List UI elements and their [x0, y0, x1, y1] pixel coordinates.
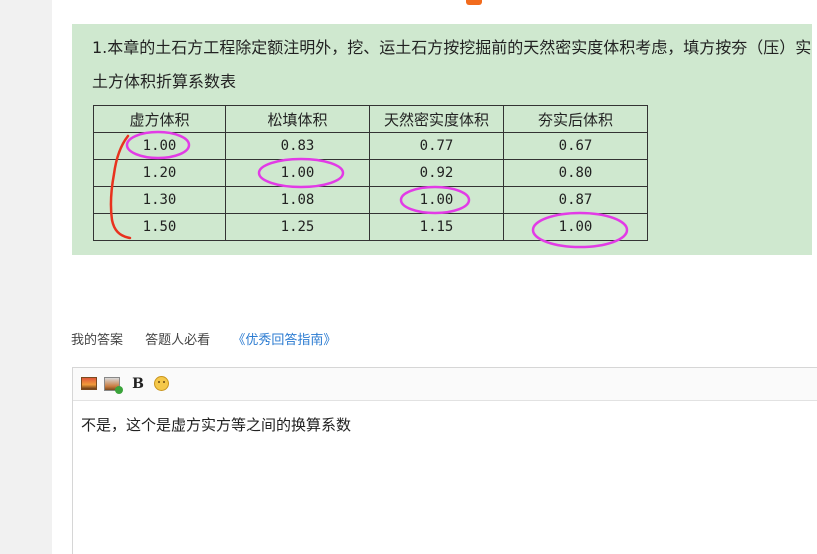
- header-natural-volume: 天然密实度体积: [369, 105, 504, 133]
- table-row: 1.30 1.08 1.00 0.87: [93, 186, 648, 214]
- question-content: 1.本章的土石方工程除定额注明外，挖、运土石方按挖掘前的天然密实度体积考虑，填方…: [72, 24, 812, 255]
- answer-text-area[interactable]: 不是，这个是虚方实方等之间的换算系数: [73, 401, 817, 448]
- insert-image-glyph: [104, 376, 123, 394]
- header-compacted-volume: 夯实后体积: [503, 105, 648, 133]
- header-loose-fill-volume: 松填体积: [225, 105, 370, 133]
- left-gutter: [0, 0, 52, 554]
- image-icon-glyph: [81, 377, 97, 390]
- table-cell: 0.83: [225, 132, 370, 160]
- table-cell: 0.67: [503, 132, 648, 160]
- answer-bar: 我的答案 答题人必看 《优秀回答指南》: [71, 329, 336, 348]
- table-cell: 1.15: [369, 213, 504, 241]
- table-caption: 土方体积折算系数表: [92, 72, 237, 91]
- table-cell: 1.50: [93, 213, 226, 241]
- table-cell: 1.30: [93, 186, 226, 214]
- answer-guide-link[interactable]: 《优秀回答指南》: [232, 333, 336, 348]
- image-icon[interactable]: [81, 376, 97, 391]
- table-cell: 1.00: [225, 159, 370, 187]
- conversion-table: 虚方体积 松填体积 天然密实度体积 夯实后体积 1.00 0.83 0.77 0…: [93, 105, 648, 241]
- table-row: 1.20 1.00 0.92 0.80: [93, 159, 648, 187]
- my-answer-label: 我的答案: [71, 333, 124, 348]
- table-row: 1.00 0.83 0.77 0.67: [93, 132, 648, 160]
- insert-image-icon[interactable]: [104, 376, 123, 394]
- table-cell: 0.80: [503, 159, 648, 187]
- top-scroll-marker: [466, 0, 482, 5]
- editor-toolbar: B: [73, 368, 817, 401]
- table-cell: 0.87: [503, 186, 648, 214]
- table-cell: 0.77: [369, 132, 504, 160]
- must-read-link[interactable]: 答题人必看: [145, 333, 210, 348]
- header-loose-volume: 虚方体积: [93, 105, 226, 133]
- emoji-glyph: [153, 376, 169, 391]
- table-cell: 1.25: [225, 213, 370, 241]
- table-cell: 1.08: [225, 186, 370, 214]
- table-cell: 1.00: [369, 186, 504, 214]
- table-cell: 1.00: [93, 132, 226, 160]
- table-cell: 1.00: [503, 213, 648, 241]
- table-row: 1.50 1.25 1.15 1.00: [93, 213, 648, 241]
- table-header-row: 虚方体积 松填体积 天然密实度体积 夯实后体积: [93, 105, 648, 133]
- question-paragraph: 1.本章的土石方工程除定额注明外，挖、运土石方按挖掘前的天然密实度体积考虑，填方…: [92, 38, 812, 57]
- answer-editor: B 不是，这个是虚方实方等之间的换算系数: [72, 367, 817, 554]
- table-cell: 1.20: [93, 159, 226, 187]
- bold-button[interactable]: B: [130, 376, 146, 392]
- table-cell: 0.92: [369, 159, 504, 187]
- emoji-icon[interactable]: [153, 376, 169, 391]
